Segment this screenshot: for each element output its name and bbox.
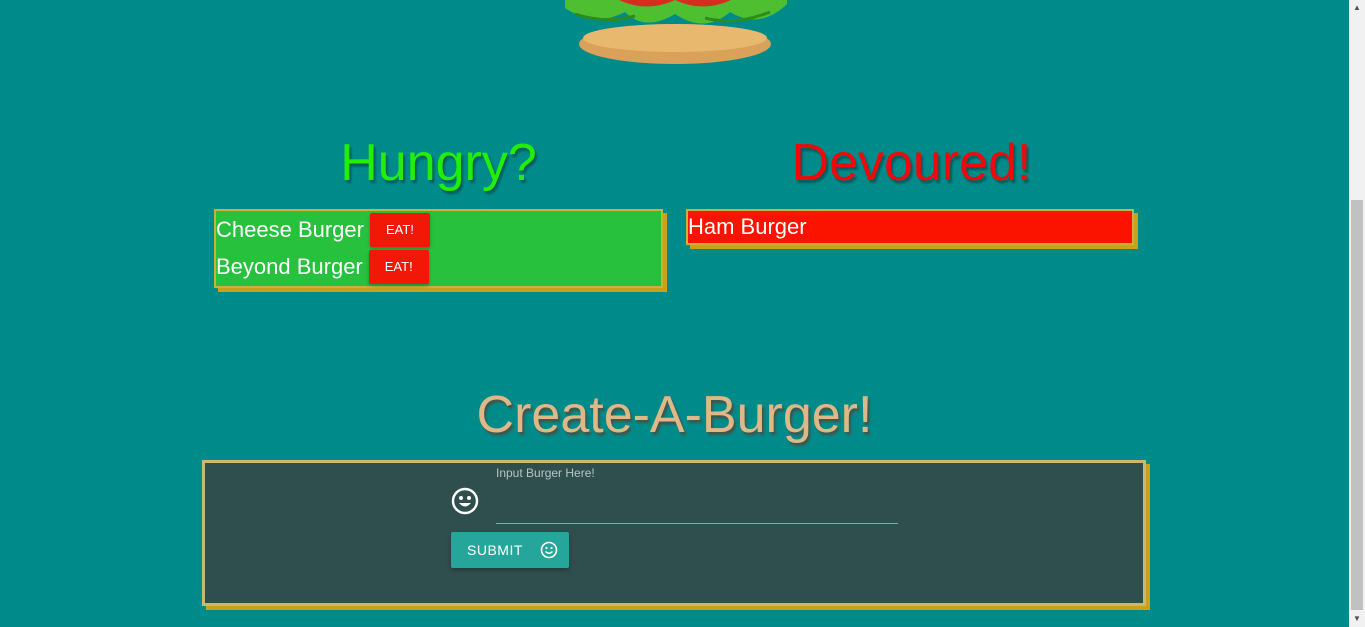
submit-button[interactable]: SUBMIT	[451, 532, 569, 568]
burger-input[interactable]	[496, 484, 898, 524]
burger-image	[565, 0, 787, 64]
smile-icon	[451, 487, 479, 515]
create-form	[202, 460, 1146, 606]
hungry-list: Cheese Burger EAT! Beyond Burger EAT!	[214, 209, 663, 288]
devoured-title: Devoured!	[791, 134, 1032, 192]
burger-name: Beyond Burger	[216, 253, 363, 279]
smile-icon	[540, 541, 558, 559]
submit-label: SUBMIT	[467, 542, 523, 558]
eat-button[interactable]: EAT!	[369, 212, 430, 247]
list-item: Beyond Burger EAT!	[216, 248, 661, 285]
eat-button[interactable]: EAT!	[368, 249, 429, 284]
list-item: Ham Burger	[688, 211, 1132, 243]
page: Hungry? Devoured! Cheese Burger EAT! Bey…	[0, 0, 1349, 627]
create-title: Create-A-Burger!	[476, 386, 873, 444]
burger-name: Ham Burger	[688, 214, 807, 239]
hungry-title: Hungry?	[340, 134, 537, 192]
scroll-down-icon[interactable]: ▼	[1349, 611, 1365, 627]
list-item: Cheese Burger EAT!	[216, 211, 661, 248]
burger-name: Cheese Burger	[216, 216, 364, 242]
scroll-up-icon[interactable]: ▲	[1349, 0, 1365, 16]
devoured-list: Ham Burger	[686, 209, 1134, 245]
scroll-thumb[interactable]	[1351, 200, 1363, 610]
vertical-scrollbar[interactable]: ▲ ▼	[1349, 0, 1365, 627]
input-label: Input Burger Here!	[496, 466, 595, 480]
